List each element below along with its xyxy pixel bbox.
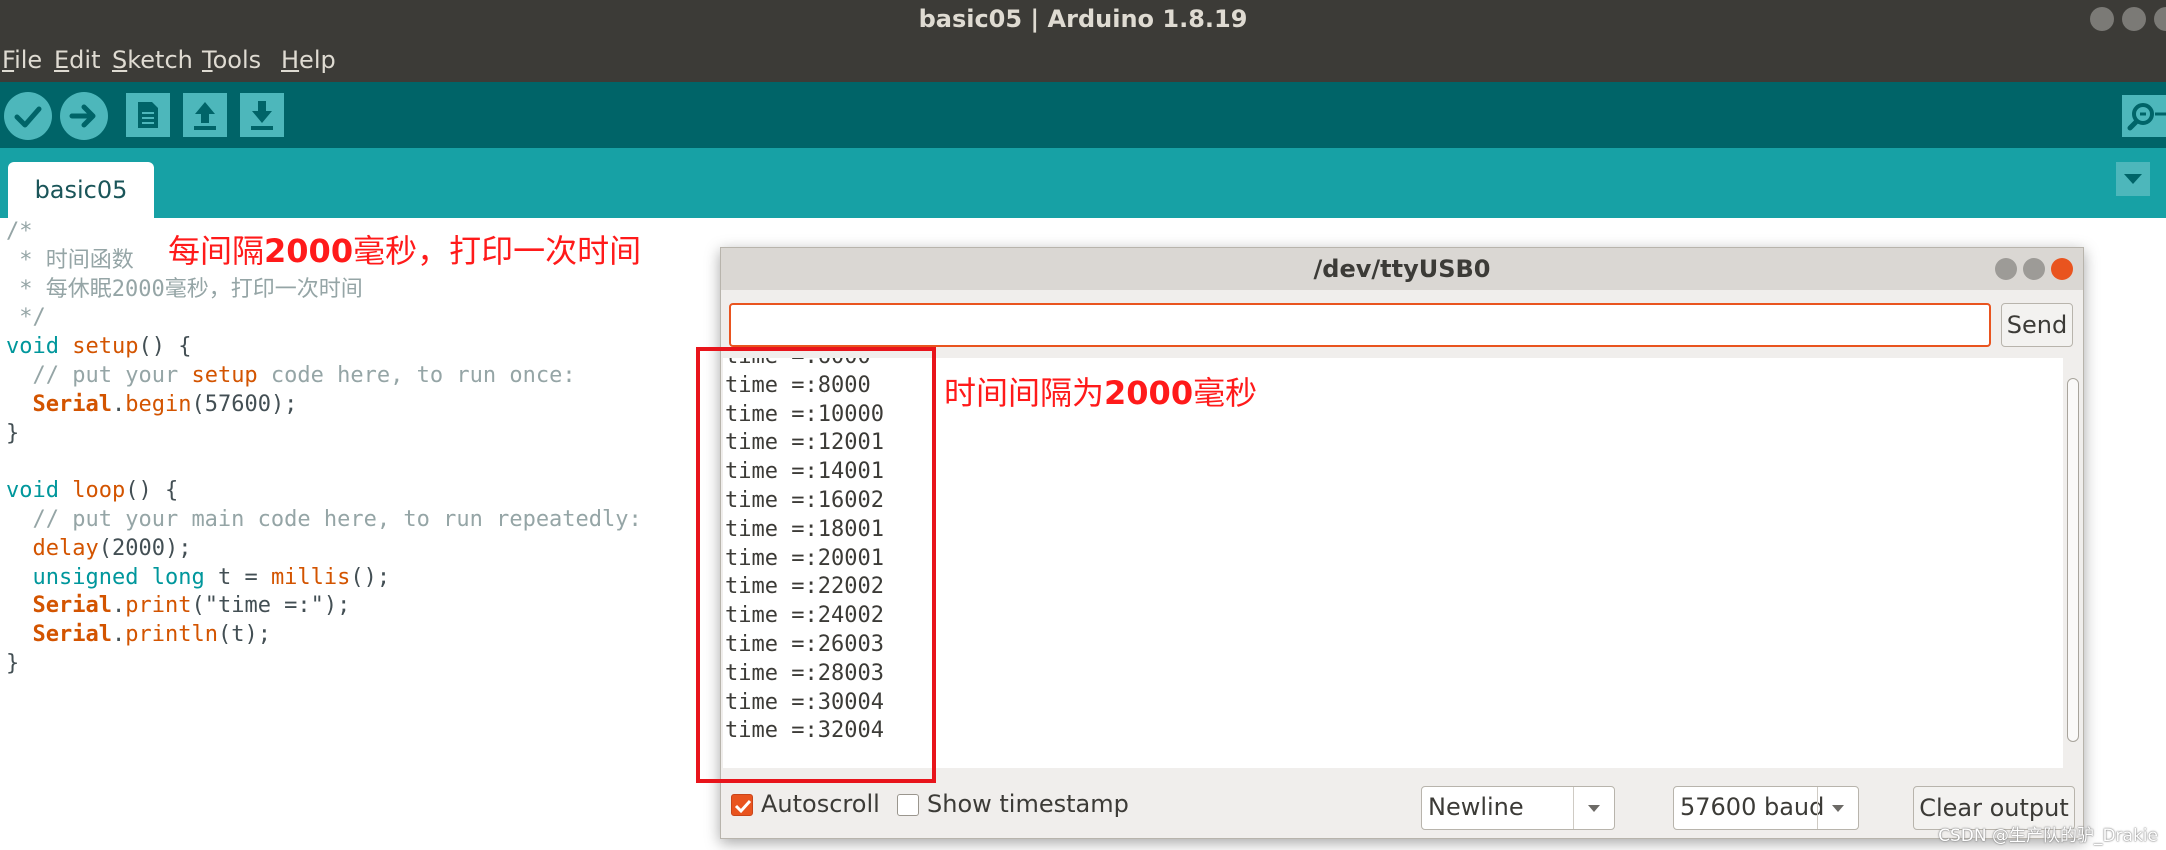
- open-button[interactable]: [183, 93, 227, 137]
- code-line: }: [6, 650, 20, 676]
- tab-bar: basic05: [0, 148, 2166, 218]
- menu-edit[interactable]: Edit: [54, 46, 100, 74]
- timestamp-checkbox[interactable]: [897, 794, 919, 816]
- window-title: basic05 | Arduino 1.8.19: [918, 5, 1248, 33]
- tab-menu-button[interactable]: [2116, 162, 2150, 196]
- window-controls: [2090, 7, 2166, 31]
- annotation-right-pre: 时间间隔为: [944, 374, 1105, 412]
- serial-monitor-button[interactable]: [2122, 95, 2166, 137]
- serial-monitor-footer: Autoscroll Show timestamp Newline 57600 …: [721, 778, 2083, 838]
- menu-bar: File Edit Sketch Tools Help: [0, 40, 2166, 82]
- serial-monitor-icon: [2127, 103, 2166, 131]
- annotation-top: 每间隔2000毫秒，打印一次时间: [168, 226, 641, 272]
- upload-button[interactable]: [60, 92, 108, 140]
- code-line: delay(2000);: [32, 535, 192, 561]
- code-line: unsigned long t = millis();: [32, 564, 391, 590]
- baud-rate-select[interactable]: 57600 baud: [1673, 786, 1859, 830]
- serial-monitor-titlebar: /dev/ttyUSB0: [721, 248, 2083, 290]
- dropdown-arrow-icon: [1573, 787, 1614, 829]
- line-ending-select[interactable]: Newline: [1421, 786, 1615, 830]
- baud-rate-value: 57600 baud: [1680, 793, 1825, 821]
- minimize-icon[interactable]: [1995, 258, 2017, 280]
- code-line: Serial.println(t);: [32, 622, 271, 648]
- open-icon: [194, 102, 216, 130]
- verify-icon: [14, 106, 42, 128]
- close-icon[interactable]: [2154, 7, 2166, 31]
- menu-help[interactable]: Help: [281, 46, 336, 74]
- serial-input-field[interactable]: [729, 303, 1991, 347]
- save-button[interactable]: [240, 93, 284, 137]
- timestamp-label: Show timestamp: [927, 790, 1129, 818]
- annotation-top-pre: 每间隔: [168, 232, 265, 270]
- code-line: * 时间函数: [6, 247, 134, 273]
- annotation-right-post: 毫秒: [1193, 374, 1258, 412]
- scrollbar-thumb[interactable]: [2067, 378, 2079, 742]
- highlight-box: [696, 347, 936, 783]
- code-line: */: [6, 305, 46, 331]
- new-button[interactable]: [126, 93, 170, 137]
- minimize-icon[interactable]: [2090, 7, 2114, 31]
- checkmark-icon: [734, 799, 752, 814]
- menu-file[interactable]: File: [2, 46, 42, 74]
- serial-monitor-title: /dev/ttyUSB0: [1313, 255, 1491, 283]
- upload-icon: [69, 104, 96, 128]
- autoscroll-label: Autoscroll: [761, 790, 880, 818]
- code-line: Serial.begin(57600);: [32, 391, 298, 417]
- menu-sketch[interactable]: Sketch: [112, 46, 193, 74]
- verify-button[interactable]: [4, 92, 52, 140]
- code-line: Serial.print("time =:");: [32, 593, 351, 619]
- annotation-top-post: 毫秒，打印一次时间: [353, 232, 642, 270]
- code-line: void loop() {: [6, 478, 179, 504]
- code-line: // put your setup code here, to run once…: [32, 362, 576, 388]
- maximize-icon[interactable]: [2023, 258, 2045, 280]
- code-line: void setup() {: [6, 334, 192, 360]
- close-icon[interactable]: [2051, 258, 2073, 280]
- maximize-icon[interactable]: [2122, 7, 2146, 31]
- dropdown-arrow-icon: [1817, 787, 1858, 829]
- serial-output-scrollbar[interactable]: [2063, 358, 2081, 768]
- line-ending-value: Newline: [1428, 793, 1524, 821]
- tab-basic05[interactable]: basic05: [8, 162, 154, 218]
- new-icon: [138, 102, 158, 128]
- autoscroll-checkbox[interactable]: [731, 794, 753, 816]
- code-text[interactable]: /* * 时间函数 * 每休眠2000毫秒，打印一次时间 */ void set…: [6, 218, 642, 679]
- annotation-right: 时间间隔为2000毫秒: [944, 368, 1257, 414]
- menu-tools[interactable]: Tools: [202, 46, 261, 74]
- code-line: /*: [6, 219, 33, 244]
- code-line: }: [6, 420, 20, 446]
- code-line: * 每休眠2000毫秒，打印一次时间: [6, 276, 363, 302]
- watermark: CSDN @生产队的驴_Drakie: [1938, 826, 2158, 846]
- toolbar: [0, 82, 2166, 148]
- window-titlebar: basic05 | Arduino 1.8.19: [0, 0, 2166, 40]
- annotation-top-bold: 2000: [264, 232, 354, 270]
- annotation-right-bold: 2000: [1104, 374, 1194, 412]
- code-line: // put your main code here, to run repea…: [32, 506, 642, 532]
- send-button[interactable]: Send: [2001, 303, 2073, 347]
- save-icon: [251, 101, 273, 130]
- serial-monitor-controls: [1995, 258, 2073, 280]
- chevron-down-icon: [2124, 174, 2142, 184]
